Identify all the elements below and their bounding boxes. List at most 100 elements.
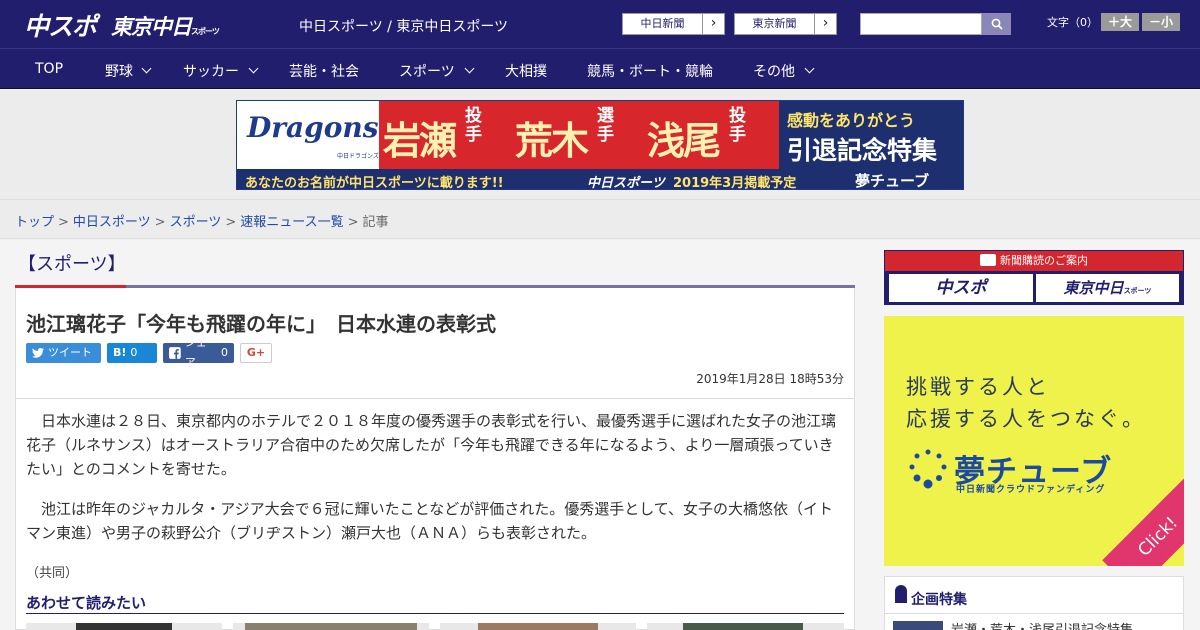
breadcrumb-bar: トップ > 中日スポーツ > スポーツ > 速報ニュース一覧 > 記事 [0,200,1200,239]
share-buttons: ツイート B! 0 シェア 0 G+ [26,336,272,369]
chevron-right-icon: › [822,15,829,31]
related-thumbnail-3[interactable] [440,623,636,630]
hatena-bookmark-button[interactable]: B! 0 [107,343,157,363]
breadcrumb-chunichi-sports[interactable]: 中日スポーツ [73,215,151,230]
tokyo-logo-text: 東京中日 [111,15,192,39]
banner-bottom-brand: 中日スポーツ [587,176,665,190]
breadcrumb-current: 記事 [362,215,389,230]
site-tagline: 中日スポーツ / 東京中日スポーツ [299,19,509,35]
related-thumbnail-image [76,623,172,630]
article: 池江璃花子「今年も飛躍の年に」 日本水連の表彰式 ツイート B! 0 シェア 0… [15,288,855,630]
banner-bottom-strip: あなたのお名前が中日スポーツに載ります!! 中日スポーツ 2019年3月掲載予定… [237,169,963,190]
banner-special-text: 引退記念特集 [787,136,938,165]
nav-item-soccer[interactable]: サッカー [183,61,239,81]
related-thumbnail-image [245,623,417,630]
chunichi-shimbun-button[interactable]: 中日新聞 › [622,13,725,35]
ribbon-icon [895,585,907,603]
font-bigger-button[interactable]: ＋大 [1101,13,1139,31]
subscription-box[interactable]: 新聞購読のご案内 中スポ 東京中日スポーツ [884,250,1184,305]
facebook-icon [169,347,181,359]
search-icon [991,18,1003,30]
chevron-down-icon [141,63,152,74]
breadcrumb-separator: > [58,215,69,230]
breadcrumb-separator: > [225,215,237,230]
banner-bottom-right: 夢チューブ [855,172,930,190]
twitter-icon [32,348,44,358]
chunichi-shimbun-label: 中日新聞 [623,14,703,34]
chevron-right-icon: › [710,15,717,31]
nav-item-sports[interactable]: スポーツ [399,61,455,81]
newspaper-icon [980,254,996,266]
banner-role-2: 選手 [597,106,614,145]
font-smaller-button[interactable]: －小 [1142,13,1180,31]
article-divider [16,398,854,399]
banner-names: 岩瀬 投手 荒木 選手 浅尾 投手 [379,101,779,169]
banner-name-iwase: 岩瀬 [383,119,457,163]
chevron-down-icon [804,63,815,74]
feature-title: 企画特集 [911,592,967,608]
article-title: 池江璃花子「今年も飛躍の年に」 日本水連の表彰式 [26,312,496,336]
dragons-logo-sub: 中日ドラゴンズ [337,153,379,160]
related-thumbnail-2[interactable] [233,623,429,630]
breadcrumb: トップ > 中日スポーツ > スポーツ > 速報ニュース一覧 > 記事 [15,211,389,230]
tokyo-chunichi-logo[interactable]: 東京中日スポーツ [111,11,220,41]
dragons-retirement-banner[interactable]: Dragons 中日ドラゴンズ 岩瀬 投手 荒木 選手 浅尾 投手 感動をありが… [236,100,964,190]
related-underline [26,613,844,614]
article-date: 2019年1月28日 18時53分 [696,372,844,386]
tweet-label: ツイート [48,346,92,359]
banner-thanks-text: 感動をありがとう [787,111,916,130]
subscribe-tokyo-text: 東京中日 [1063,279,1124,297]
nav-item-top[interactable]: TOP [35,61,63,77]
chuspo-logo[interactable]: 中スポ [24,7,97,43]
banner-thanks: 感動をありがとう 引退記念特集 [779,101,963,169]
tokyo-logo-small: スポーツ [191,27,220,36]
breadcrumb-news-list[interactable]: 速報ニュース一覧 [240,215,343,230]
ad-click-ribbon[interactable]: Click! [1102,461,1184,566]
main-content: 【スポーツ】 池江璃花子「今年も飛躍の年に」 日本水連の表彰式 ツイート B! … [0,240,1200,630]
site-header: 中スポ 東京中日スポーツ 中日スポーツ / 東京中日スポーツ 中日新聞 › 東京… [0,0,1200,48]
subscribe-chuspo-button[interactable]: 中スポ [889,274,1033,302]
nav-item-sumo[interactable]: 大相撲 [505,61,547,81]
tokyo-shimbun-button[interactable]: 東京新聞 › [734,13,837,35]
nav-item-keiba[interactable]: 競馬・ボート・競輪 [587,61,713,81]
category-label: 【スポーツ】 [18,254,126,275]
yume-tube-dots-icon [909,449,947,489]
banner-role-1: 投手 [465,106,482,145]
search-button[interactable] [982,13,1011,35]
related-thumbnail-1[interactable] [26,623,222,630]
feature-divider [885,613,1183,614]
banner-area: Dragons 中日ドラゴンズ 岩瀬 投手 荒木 選手 浅尾 投手 感動をありが… [0,90,1200,200]
banner-bottom-text: あなたのお名前が中日スポーツに載ります!! [245,176,504,190]
nav-item-other[interactable]: その他 [753,61,795,81]
feature-box: 企画特集 岩瀬・荒木・浅尾引退記念特集 [884,576,1184,630]
feature-item-link[interactable]: 岩瀬・荒木・浅尾引退記念特集 [951,619,1133,630]
subscribe-tokyo-small: スポーツ [1123,287,1152,295]
ad-brand-sub: 中日新聞クラウドファンディング [956,485,1106,495]
hatena-icon: B! [113,346,127,359]
feature-thumbnail[interactable] [893,621,943,630]
dragons-logo: Dragons 中日ドラゴンズ [237,101,379,169]
breadcrumb-sports[interactable]: スポーツ [170,215,222,230]
subscribe-tokyo-button[interactable]: 東京中日スポーツ [1036,274,1179,302]
chevron-down-icon [464,63,475,74]
tokyo-shimbun-label: 東京新聞 [735,14,815,34]
banner-bottom-date: 2019年3月掲載予定 [673,176,797,190]
facebook-share-button[interactable]: シェア 0 [163,336,234,369]
search-input[interactable] [860,13,982,35]
nav-item-entertainment[interactable]: 芸能・社会 [289,61,359,81]
breadcrumb-top[interactable]: トップ [15,215,54,230]
banner-role-3: 投手 [729,106,746,145]
related-thumbnail-image [478,623,598,630]
banner-name-asao: 浅尾 [647,119,721,163]
nav-item-baseball[interactable]: 野球 [105,61,133,81]
google-plus-button[interactable]: G+ [240,343,272,363]
subscription-header: 新聞購読のご案内 [885,251,1183,271]
tweet-button[interactable]: ツイート [26,343,101,363]
related-thumbnail-4[interactable] [647,623,844,630]
facebook-count: 0 [221,346,228,359]
related-thumbnail-image [683,623,803,630]
breadcrumb-separator: > [347,215,359,230]
article-paragraph-2: 池江は昨年のジャカルタ・アジア大会で６冠に輝いたことなどが評価された。優秀選手と… [26,500,834,542]
banner-name-araki: 荒木 [515,119,589,163]
yume-tube-ad[interactable]: 挑戦する人と 応援する人をつなぐ。 夢チューブ 中日新聞クラウドファンディング … [884,316,1184,566]
